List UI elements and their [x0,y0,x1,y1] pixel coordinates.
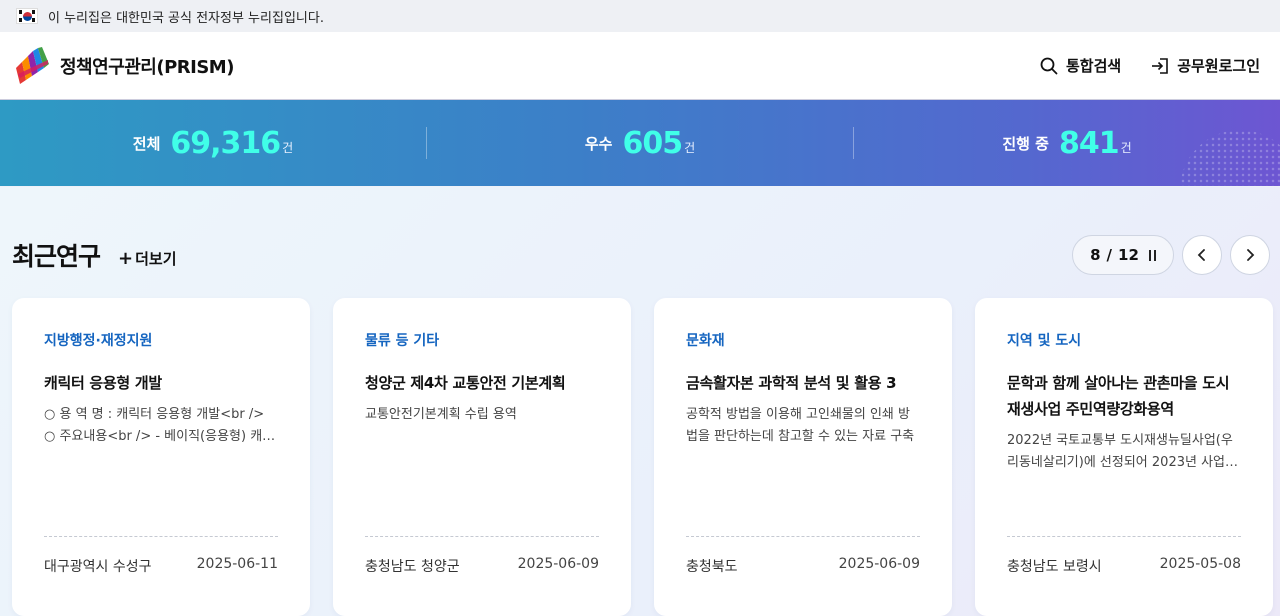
next-button[interactable] [1230,235,1270,275]
chevron-left-icon [1197,249,1205,261]
research-card-list: 지방행정·재정지원 캐릭터 응용형 개발 ○ 용 역 명 : 캐릭터 응용형 개… [12,298,1273,616]
page-separator: / [1106,246,1113,264]
stat-value: 605 [622,125,683,161]
gov-notice-text: 이 누리집은 대한민국 공식 전자정부 누리집입니다. [48,10,324,26]
total-pages: 12 [1118,246,1139,264]
search-icon [1040,57,1058,74]
card-date: 2025-06-09 [517,556,599,572]
page-indicator: 8 / 12 [1072,235,1174,275]
site-title: 정책연구관리(PRISM) [60,56,234,78]
chevron-right-icon [1247,249,1255,261]
stats-banner: 전체 69,316 건 우수 605 건 진행 중 841 건 [0,100,1280,186]
site-header: 정책연구관리(PRISM) 통합검색 공무원로그인 [0,32,1280,100]
search-button[interactable]: 통합검색 [1040,55,1121,76]
stat-excellent[interactable]: 우수 605 건 [427,126,853,161]
carousel-pager: 8 / 12 [1072,235,1270,275]
card-title: 문학과 함께 살아나는 관촌마을 도시재생사업 주민역량강화용역 [1007,374,1230,418]
card-region: 충청북도 [686,559,738,575]
card-title: 캐릭터 응용형 개발 [44,374,162,392]
research-card[interactable]: 물류 등 기타 청양군 제4차 교통안전 기본계획 교통안전기본계획 수립 용역… [333,298,631,616]
card-title: 금속활자본 과학적 분석 및 활용 3 [686,374,897,392]
stat-total[interactable]: 전체 69,316 건 [0,126,426,161]
stat-unit: 건 [684,140,696,155]
card-divider [686,536,920,537]
research-card[interactable]: 지역 및 도시 문학과 함께 살아나는 관촌마을 도시재생사업 주민역량강화용역… [975,298,1273,616]
stat-value: 69,316 [170,125,281,161]
card-date: 2025-06-11 [196,556,278,572]
section-title: 최근연구 [12,242,101,271]
card-category: 문화재 [686,333,725,349]
more-link[interactable]: + 더보기 [118,248,177,269]
card-divider [365,536,599,537]
card-description: 교통안전기본계획 수립 용역 [365,407,517,422]
card-description: ○ 용 역 명 : 캐릭터 응용형 개발<br /> ○ 주요내용<br /> … [44,407,275,444]
stat-unit: 건 [282,140,294,155]
card-region: 충청남도 보령시 [1007,559,1102,575]
more-label: 더보기 [135,249,177,268]
search-label: 통합검색 [1065,57,1122,75]
card-divider [1007,536,1241,537]
card-divider [44,536,278,537]
card-date: 2025-05-08 [1159,556,1241,572]
login-button[interactable]: 공무원로그인 [1151,55,1260,76]
research-card[interactable]: 문화재 금속활자본 과학적 분석 및 활용 3 공학적 방법을 이용해 고인쇄물… [654,298,952,616]
site-logo[interactable]: 정책연구관리(PRISM) [12,46,234,86]
card-description: 공학적 방법을 이용해 고인쇄물의 인쇄 방법을 판단하는데 참고할 수 있는 … [686,407,915,444]
prev-button[interactable] [1182,235,1222,275]
plus-icon: + [118,247,134,269]
card-date: 2025-06-09 [838,556,920,572]
stat-value: 841 [1058,125,1120,161]
research-card[interactable]: 지방행정·재정지원 캐릭터 응용형 개발 ○ 용 역 명 : 캐릭터 응용형 개… [12,298,310,616]
stat-label: 전체 [132,134,161,153]
gov-notice-bar: 이 누리집은 대한민국 공식 전자정부 누리집입니다. [0,0,1280,32]
card-region: 대구광역시 수성구 [44,559,152,575]
stat-unit: 건 [1120,140,1132,155]
card-description: 2022년 국토교통부 도시재생뉴딜사업(우리동네살리기)에 선정되어 2023… [1007,433,1233,470]
stat-label: 우수 [584,134,613,153]
prism-logo-icon [16,46,49,84]
korea-flag-icon [16,8,38,24]
card-region: 충청남도 청양군 [365,559,460,575]
pause-icon[interactable] [1148,249,1156,261]
recent-research-section: 최근연구 + 더보기 8 / 12 지방행정·재정지원 캐릭터 응용형 개발 ○ … [0,187,1280,616]
login-icon [1152,57,1168,74]
login-label: 공무원로그인 [1177,57,1260,75]
card-category: 물류 등 기타 [365,333,440,349]
stat-label: 진행 중 [1002,134,1049,153]
card-category: 지방행정·재정지원 [44,333,153,349]
card-category: 지역 및 도시 [1007,333,1082,349]
card-title: 청양군 제4차 교통안전 기본계획 [365,374,566,392]
current-page: 8 [1090,246,1101,264]
